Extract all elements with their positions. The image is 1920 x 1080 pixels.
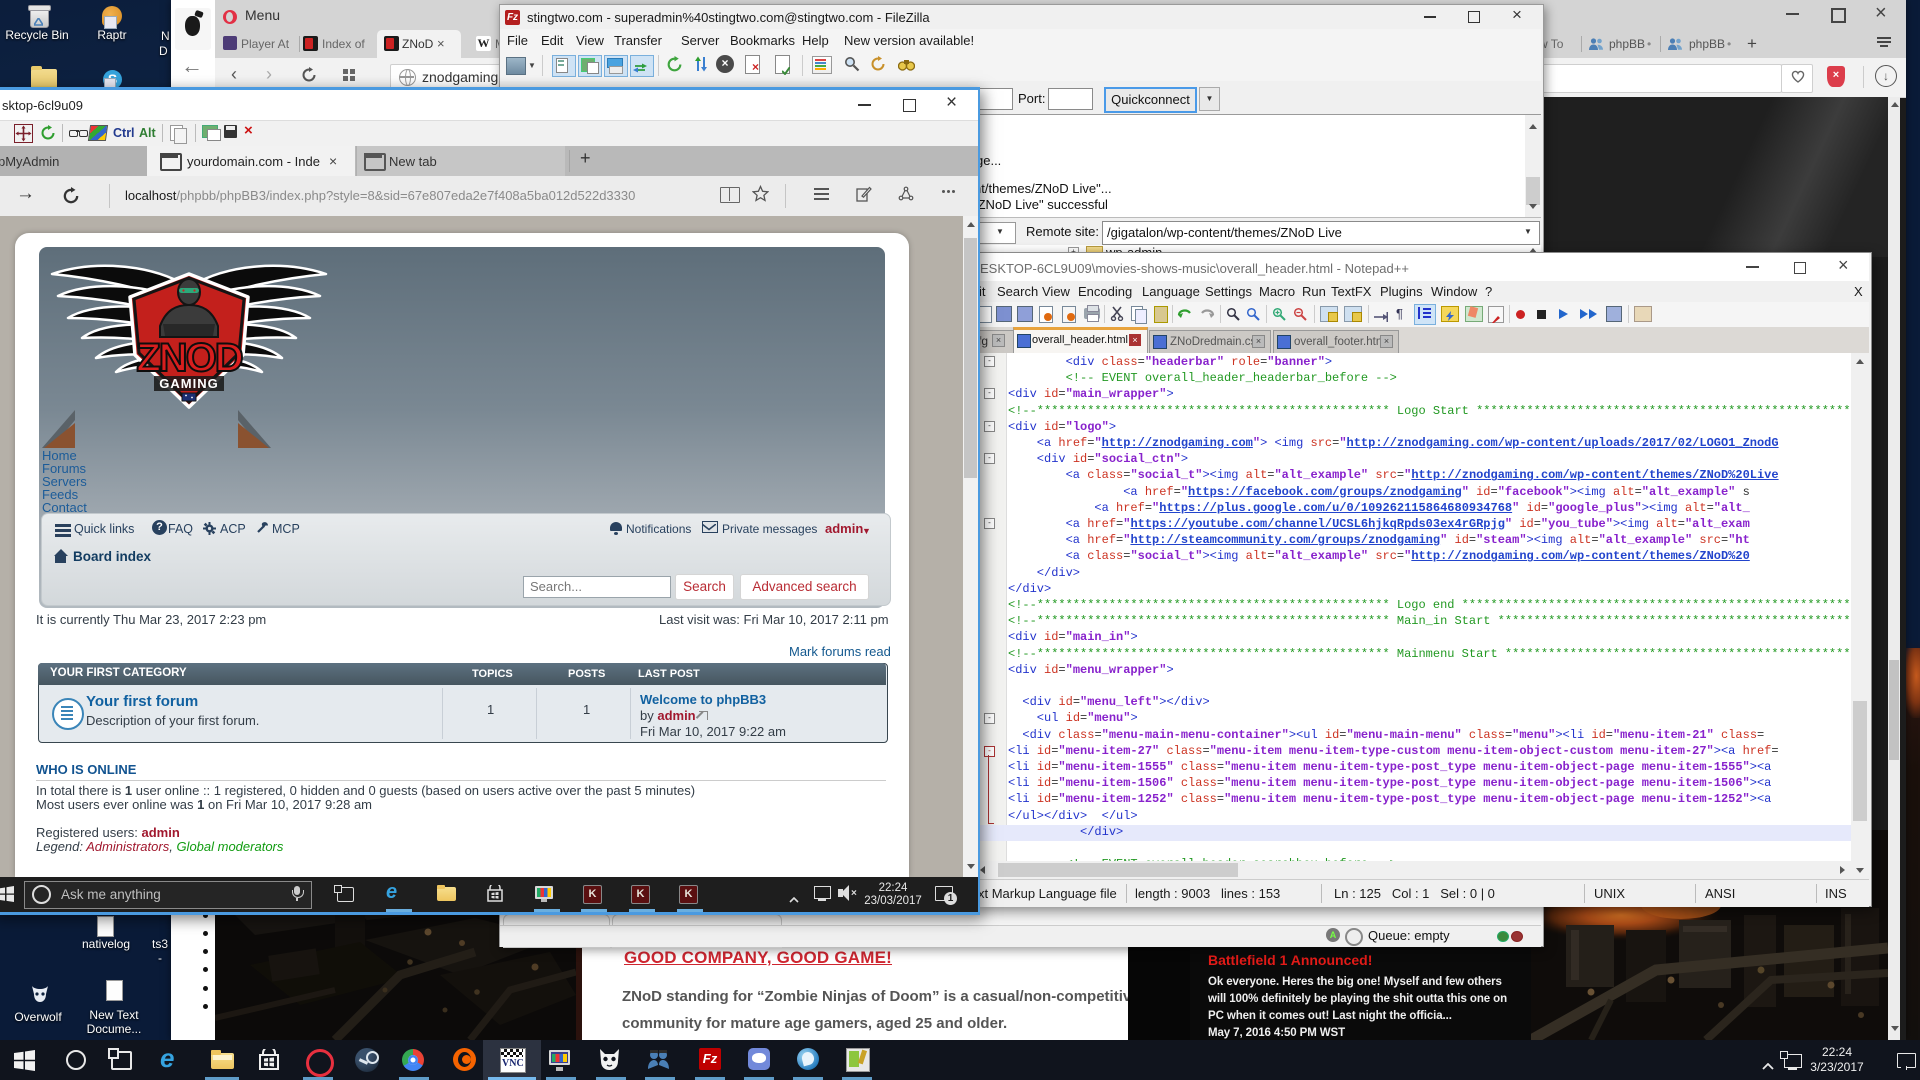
- svg-text:ZNOD: ZNOD: [136, 336, 242, 380]
- svg-text:GAMING: GAMING: [159, 376, 218, 391]
